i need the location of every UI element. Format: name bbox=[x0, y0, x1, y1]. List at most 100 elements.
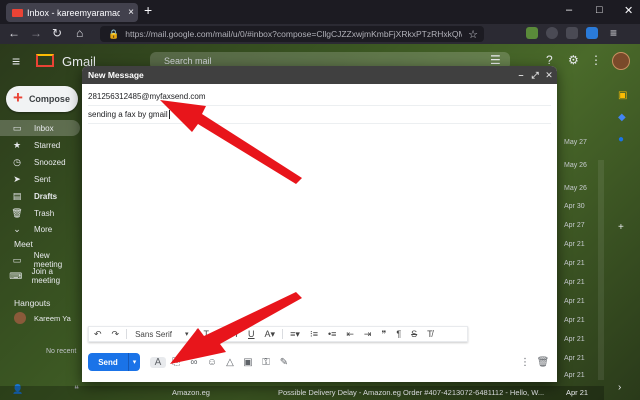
email-date: Apr 21 bbox=[564, 317, 585, 324]
link-icon[interactable]: ∞ bbox=[186, 357, 202, 368]
download-icon[interactable] bbox=[566, 27, 578, 39]
bulleted-list-icon[interactable]: •≡ bbox=[323, 329, 341, 339]
support-icon[interactable]: ? bbox=[546, 53, 553, 67]
more-options-icon[interactable]: ⋮ bbox=[517, 357, 533, 368]
undo-icon[interactable]: ↶ bbox=[89, 329, 107, 340]
sidebar-item-label: Join a meeting bbox=[31, 267, 61, 285]
sidebar-item-sent[interactable]: ➤ Sent bbox=[0, 171, 80, 187]
reload-icon[interactable]: ↻ bbox=[52, 26, 62, 40]
text-color-icon[interactable]: A▾ bbox=[260, 329, 281, 340]
sidebar-item-label: More bbox=[34, 224, 53, 234]
photo-icon[interactable]: ▣ bbox=[240, 357, 256, 368]
email-date: May 26 bbox=[564, 185, 587, 192]
chevron-down-icon: ⌄ bbox=[13, 223, 21, 234]
avatar[interactable] bbox=[612, 52, 630, 70]
pocket-icon[interactable] bbox=[546, 27, 558, 39]
compose-dialog: New Message – ⤢ ✕ 281256312485@myfaxsend… bbox=[82, 66, 557, 382]
attach-icon[interactable]: ⎘ bbox=[168, 357, 184, 368]
signature-icon[interactable]: ✎ bbox=[276, 357, 292, 368]
email-date: Apr 21 bbox=[566, 388, 589, 397]
bookmark-star-icon[interactable]: ☆ bbox=[462, 28, 484, 41]
home-icon[interactable]: ⌂ bbox=[76, 26, 83, 40]
main-menu-icon[interactable]: ≡ bbox=[12, 53, 20, 69]
indent-less-icon[interactable]: ⇤ bbox=[341, 329, 359, 340]
account-icon[interactable] bbox=[586, 27, 598, 39]
font-select[interactable]: Sans Serif bbox=[129, 330, 180, 339]
font-dropdown-icon[interactable]: ▾ bbox=[180, 330, 194, 338]
search-options-icon[interactable]: ☰ bbox=[490, 53, 501, 67]
formatting-options-icon[interactable]: A bbox=[150, 356, 166, 368]
back-arrow-icon[interactable]: ← bbox=[8, 26, 20, 40]
minimize-icon[interactable]: – bbox=[515, 70, 527, 80]
address-bar[interactable]: 🔒 https://mail.google.com/mail/u/0/#inbo… bbox=[100, 26, 484, 42]
sidebar-item-inbox[interactable]: ▭ Inbox bbox=[0, 120, 80, 136]
browser-tab[interactable]: Inbox - kareemyaramadan@gm × bbox=[6, 3, 138, 22]
inbox-icon: ▭ bbox=[12, 122, 22, 133]
settings-gear-icon[interactable]: ⚙ bbox=[568, 53, 579, 67]
discard-trash-icon[interactable]: 🗑 bbox=[535, 357, 551, 368]
divider bbox=[126, 329, 128, 339]
sidebar-item-more[interactable]: ⌄ More bbox=[0, 221, 80, 237]
gmail-favicon-icon bbox=[12, 8, 23, 17]
subject-field[interactable]: sending a fax by gmail bbox=[88, 106, 551, 124]
emoji-icon[interactable]: ☺ bbox=[204, 357, 220, 368]
calendar-icon[interactable]: ▣ bbox=[618, 90, 627, 101]
underline-icon[interactable]: U bbox=[243, 329, 260, 339]
indent-more-icon[interactable]: ⇥ bbox=[359, 329, 377, 340]
redo-icon[interactable]: ↷ bbox=[107, 329, 125, 340]
send-options-icon[interactable]: ▾ bbox=[128, 353, 140, 371]
hangouts-user[interactable]: Kareem Ya bbox=[34, 314, 71, 323]
video-icon: ▭ bbox=[12, 254, 22, 265]
expand-icon[interactable]: ⤢ bbox=[529, 70, 541, 81]
close-icon[interactable]: ✕ bbox=[543, 70, 555, 81]
numbered-list-icon[interactable]: ⁝≡ bbox=[305, 329, 323, 340]
apps-grid-icon[interactable]: ⋮ bbox=[590, 53, 602, 67]
sidebar-item-new-meeting[interactable]: ▭ New meeting bbox=[0, 251, 80, 269]
forward-arrow-icon[interactable]: → bbox=[30, 26, 42, 40]
hangouts-avatar[interactable] bbox=[14, 312, 26, 324]
email-row[interactable]: Amazon.eg Possible Delivery Delay - Amaz… bbox=[0, 386, 604, 400]
scrollbar[interactable] bbox=[598, 160, 604, 380]
compose-header[interactable]: New Message – ⤢ ✕ bbox=[82, 66, 557, 84]
send-button[interactable]: Send bbox=[88, 353, 128, 371]
chevron-right-icon[interactable]: › bbox=[618, 382, 621, 393]
tab-close-icon[interactable]: × bbox=[124, 7, 138, 18]
to-field[interactable]: 281256312485@myfaxsend.com bbox=[88, 88, 551, 106]
sidebar-item-snoozed[interactable]: ◷ Snoozed bbox=[0, 154, 80, 170]
quote-icon[interactable]: ❞ bbox=[376, 329, 391, 340]
extension-icon[interactable] bbox=[526, 27, 538, 39]
menu-icon[interactable]: ≡ bbox=[610, 26, 617, 40]
close-window-button[interactable]: ✕ bbox=[624, 4, 633, 17]
align-icon[interactable]: ≡▾ bbox=[285, 329, 305, 340]
sidebar-item-starred[interactable]: ★ Starred bbox=[0, 137, 80, 153]
strikethrough-icon[interactable]: S bbox=[406, 329, 422, 339]
italic-icon[interactable]: I bbox=[231, 329, 244, 339]
add-addon-icon[interactable]: + bbox=[618, 222, 624, 233]
font-size-icon[interactable]: T bbox=[199, 329, 215, 339]
minimize-window-button[interactable]: – bbox=[566, 4, 572, 16]
subject-value: sending a fax by gmail bbox=[88, 110, 168, 119]
tasks-icon[interactable]: ● bbox=[618, 134, 624, 145]
email-date: Apr 21 bbox=[564, 336, 585, 343]
keep-icon[interactable]: ◆ bbox=[618, 112, 626, 123]
to-value: 281256312485@myfaxsend.com bbox=[88, 92, 206, 101]
email-subject: Possible Delivery Delay - Amazon.eg Orde… bbox=[278, 388, 545, 397]
sidebar-item-label: Starred bbox=[34, 140, 61, 150]
email-date: Apr 30 bbox=[564, 203, 585, 210]
paragraph-icon[interactable]: ¶ bbox=[391, 329, 406, 339]
maximize-window-button[interactable]: □ bbox=[596, 4, 603, 16]
confidential-icon[interactable]: ⚿ bbox=[258, 357, 274, 368]
remove-formatting-icon[interactable]: T̸ bbox=[422, 329, 438, 339]
drive-icon[interactable]: △ bbox=[222, 357, 238, 368]
email-date: Apr 21 bbox=[564, 298, 585, 305]
email-date: Apr 21 bbox=[564, 355, 585, 362]
sidebar-item-join-meeting[interactable]: ⌨ Join a meeting bbox=[0, 267, 80, 285]
new-tab-button[interactable]: + bbox=[144, 2, 152, 18]
compose-button[interactable]: + Compose bbox=[6, 86, 78, 112]
message-body[interactable] bbox=[82, 124, 557, 320]
sidebar-item-trash[interactable]: 🗑 Trash bbox=[0, 205, 80, 221]
sidebar-item-drafts[interactable]: ▤ Drafts bbox=[0, 188, 80, 204]
bold-icon[interactable]: B bbox=[214, 329, 231, 339]
keyboard-icon: ⌨ bbox=[9, 270, 23, 281]
gmail-logo-icon[interactable] bbox=[36, 54, 54, 67]
